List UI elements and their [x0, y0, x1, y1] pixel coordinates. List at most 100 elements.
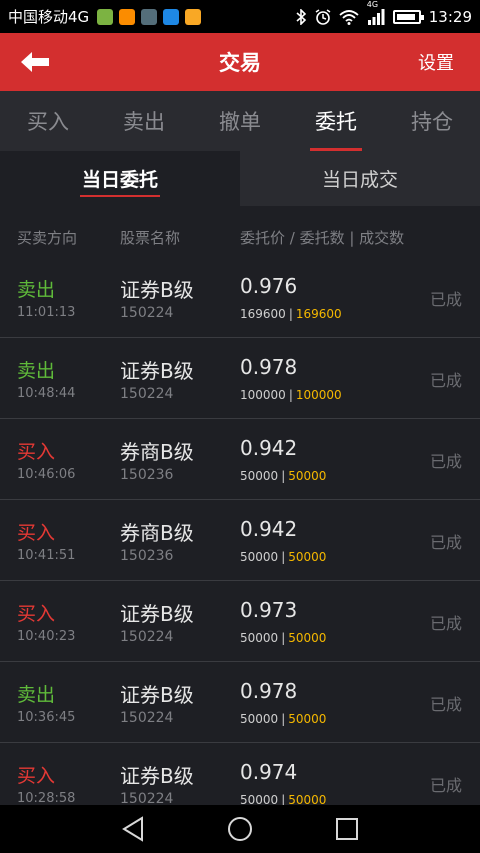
nav-home-button[interactable]	[220, 809, 260, 849]
order-qty: 169600	[240, 307, 286, 321]
filled-qty: 50000	[288, 712, 327, 726]
order-direction: 买入	[17, 522, 56, 544]
column-stock: 股票名称	[120, 229, 181, 247]
order-row[interactable]: 卖出 10:36:45 证券B级 150224 0.978 50000 | 50000 已成	[0, 662, 480, 743]
order-status: 已成	[429, 533, 462, 552]
order-qty: 50000	[240, 712, 279, 726]
order-quantity: 50000 | 50000	[240, 631, 326, 645]
qty-separator: |	[281, 793, 286, 805]
qty-separator: |	[281, 550, 286, 564]
tab-1[interactable]: 卖出	[96, 91, 192, 151]
filled-qty: 50000	[288, 631, 327, 645]
order-price: 0.974	[240, 760, 298, 784]
tab-4[interactable]: 持仓	[384, 91, 480, 151]
order-qty: 50000	[240, 631, 279, 645]
order-row[interactable]: 买入 10:28:58 证券B级 150224 0.974 50000 | 50000 已成	[0, 743, 480, 805]
nav-back-button[interactable]	[113, 809, 153, 849]
sub-tabs: 当日委托 当日成交	[0, 151, 480, 206]
system-nav-bar	[0, 805, 480, 853]
order-status: 已成	[429, 371, 462, 390]
order-time: 10:48:44	[17, 386, 76, 401]
clock: 13:29	[428, 7, 472, 26]
alarm-icon	[315, 8, 331, 25]
bluetooth-icon	[296, 8, 306, 25]
order-qty: 50000	[240, 469, 279, 483]
stock-code: 150236	[120, 548, 174, 564]
order-time: 10:36:45	[17, 710, 76, 725]
order-row[interactable]: 买入 10:40:23 证券B级 150224 0.973 50000 | 50000 已成	[0, 581, 480, 662]
calendar-icon	[163, 8, 180, 25]
battery-icon	[392, 9, 424, 24]
order-row[interactable]: 卖出 10:48:44 证券B级 150224 0.978 100000 | 100000 已成	[0, 338, 480, 419]
app-header: 交易 设置	[0, 33, 480, 91]
order-status: 已成	[429, 695, 462, 714]
notification-icons	[97, 8, 202, 25]
order-qty: 50000	[240, 793, 279, 805]
stock-name: 券商B级	[120, 521, 194, 545]
nav-recents-button[interactable]	[327, 809, 367, 849]
column-price-qty: 委托价 / 委托数 | 成交数	[240, 229, 405, 247]
stock-code: 150224	[120, 386, 174, 402]
qty-separator: |	[288, 307, 293, 321]
order-qty: 50000	[240, 550, 279, 564]
back-arrow-icon	[21, 52, 49, 72]
stock-code: 150236	[120, 467, 174, 483]
stock-name: 证券B级	[120, 278, 194, 302]
stock-code: 150224	[120, 305, 174, 321]
order-direction: 买入	[17, 441, 56, 463]
order-direction: 卖出	[17, 279, 56, 301]
filled-qty: 100000	[295, 388, 342, 402]
square-recents-icon	[335, 818, 358, 840]
order-status: 已成	[429, 614, 462, 633]
tab-2[interactable]: 撤单	[192, 91, 288, 151]
order-quantity: 169600 | 169600	[240, 307, 342, 321]
settings-button[interactable]: 设置	[418, 49, 454, 75]
page-title: 交易	[219, 51, 261, 75]
tab-0[interactable]: 买入	[0, 91, 96, 151]
carrier-label: 中国移动4G	[8, 8, 90, 26]
order-time: 11:01:13	[17, 305, 76, 320]
order-price: 0.973	[240, 598, 298, 622]
stock-code: 150224	[120, 791, 174, 805]
order-direction: 买入	[17, 765, 56, 787]
gift-icon	[119, 8, 136, 25]
order-list[interactable]: 卖出 11:01:13 证券B级 150224 0.976 169600 | 169600 已成…	[0, 257, 480, 805]
back-button[interactable]	[0, 33, 70, 91]
order-time: 10:28:58	[17, 791, 76, 805]
order-price: 0.978	[240, 355, 298, 379]
order-quantity: 50000 | 50000	[240, 469, 326, 483]
order-quantity: 50000 | 50000	[240, 793, 326, 805]
stock-code: 150224	[120, 629, 174, 645]
qty-separator: |	[281, 469, 286, 483]
qty-separator: |	[281, 712, 286, 726]
column-direction: 买卖方向	[17, 229, 78, 247]
order-price: 0.942	[240, 517, 298, 541]
status-bar: 中国移动4G 4G 13:29	[0, 0, 480, 33]
stock-name: 证券B级	[120, 602, 194, 626]
order-price: 0.976	[240, 274, 298, 298]
order-row[interactable]: 买入 10:41:51 券商B级 150236 0.942 50000 | 50000 已成	[0, 500, 480, 581]
wallet-icon	[185, 8, 202, 25]
circle-home-icon	[227, 817, 252, 841]
order-status: 已成	[429, 776, 462, 795]
order-time: 10:46:06	[17, 467, 76, 482]
order-price: 0.978	[240, 679, 298, 703]
stock-name: 证券B级	[120, 683, 194, 707]
order-row[interactable]: 卖出 11:01:13 证券B级 150224 0.976 169600 | 169600 已成	[0, 257, 480, 338]
filled-qty: 50000	[288, 550, 327, 564]
order-status: 已成	[429, 452, 462, 471]
main-tabs: 买入 卖出 撤单 委托 持仓	[0, 91, 480, 151]
tab-3[interactable]: 委托	[288, 91, 384, 151]
order-status: 已成	[429, 290, 462, 309]
order-direction: 卖出	[17, 684, 56, 706]
stock-name: 证券B级	[120, 764, 194, 788]
qty-separator: |	[281, 631, 286, 645]
qty-separator: |	[288, 388, 293, 402]
order-row[interactable]: 买入 10:46:06 券商B级 150236 0.942 50000 | 50000 已成	[0, 419, 480, 500]
network-type-label: 4G	[366, 0, 379, 9]
subtab-0[interactable]: 当日委托	[0, 151, 240, 206]
filled-qty: 169600	[295, 307, 342, 321]
order-price: 0.942	[240, 436, 298, 460]
subtab-1[interactable]: 当日成交	[240, 151, 480, 206]
column-header: 买卖方向 股票名称 委托价 / 委托数 | 成交数	[0, 218, 480, 256]
